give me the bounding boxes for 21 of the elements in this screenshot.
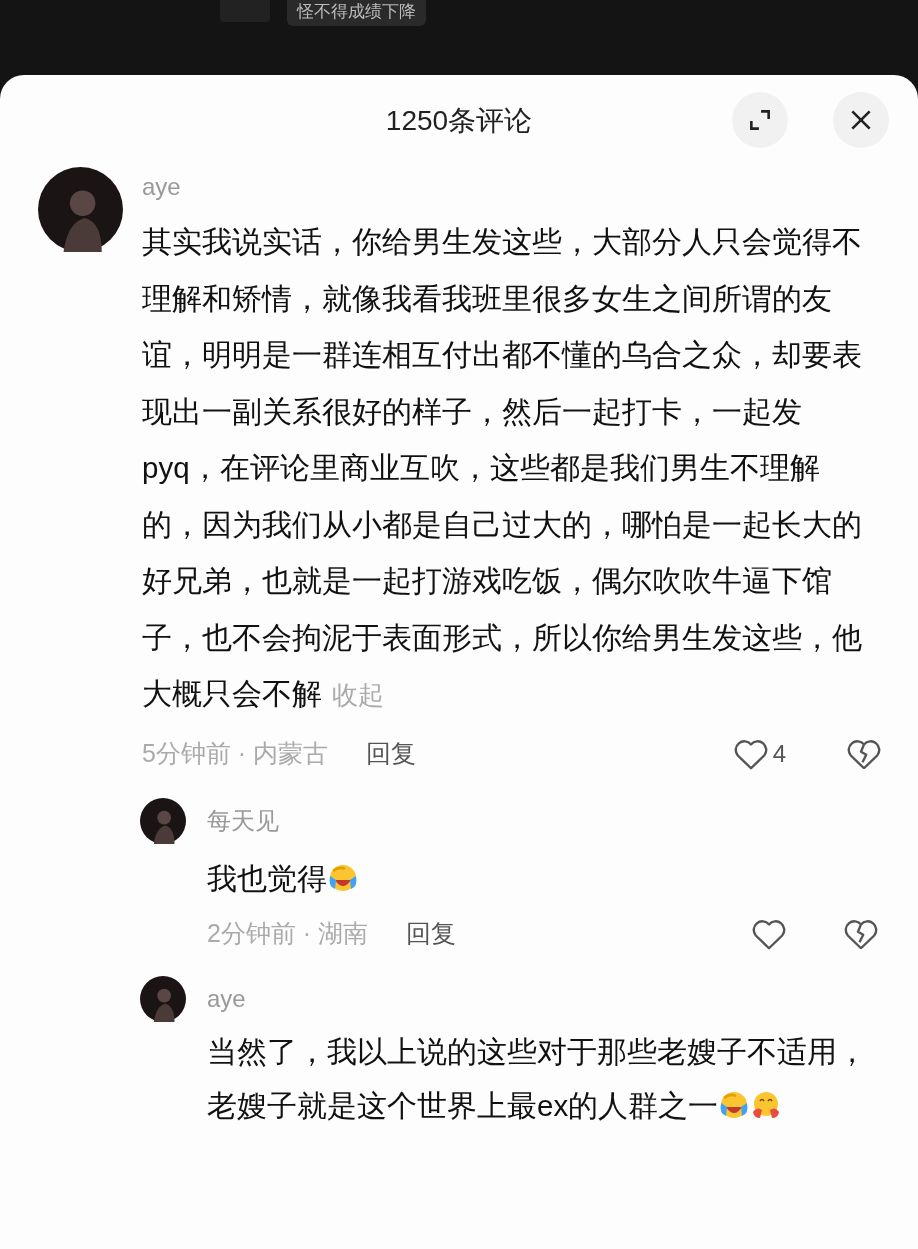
comment-meta: 5分钟前 · 内蒙古 <box>142 737 329 769</box>
expand-button[interactable] <box>732 92 788 148</box>
laughing-emoji-icon <box>327 862 359 893</box>
reply-link[interactable]: 回复 <box>366 734 417 773</box>
comment-text: 其实我说实话，你给男生发这些，大部分人只会觉得不理解和矫情，就像我看我班里很多女生之间所谓的友谊，明明是一群连相互付出都不懂的乌合之众，却要表现出一副关系很好的样子，然后一起打卡，一起发pyq，在评论里商业互吹，这些都是我们男生不理解的，因为我们从小都是自己过大的，哪怕是一起长大的好兄弟，也就是一起打游戏吃饭，偶尔吹吹牛逼下馆子，也不会拘泥于表面形式，所以你给男生发这些，他大概只会不解 收起 <box>142 224 863 712</box>
comment-author[interactable]: aye <box>142 167 882 207</box>
panel-title: 1250条评论 <box>385 104 533 138</box>
reply-author[interactable]: 每天见 <box>207 797 879 844</box>
avatar[interactable] <box>140 797 186 844</box>
reply-text: 当然了，我以上说的这些对于那些老嫂子不适用，老嫂子就是这个世界上最ex的人群之一 <box>207 1033 867 1124</box>
reply-link[interactable]: 回复 <box>406 914 457 953</box>
avatar[interactable] <box>140 975 186 1022</box>
reply-author[interactable]: aye <box>207 975 867 1022</box>
video-caption: 怪不得成绩下降 <box>287 0 426 26</box>
reply-meta: 2分钟前 · 湖南 <box>207 917 369 949</box>
like-count: 4 <box>772 738 786 769</box>
reply-text: 我也觉得 <box>207 850 867 907</box>
expand-icon <box>747 107 773 133</box>
avatar[interactable] <box>38 167 123 252</box>
collapse-link[interactable]: 收起 <box>332 680 384 710</box>
close-button[interactable] <box>833 92 889 148</box>
